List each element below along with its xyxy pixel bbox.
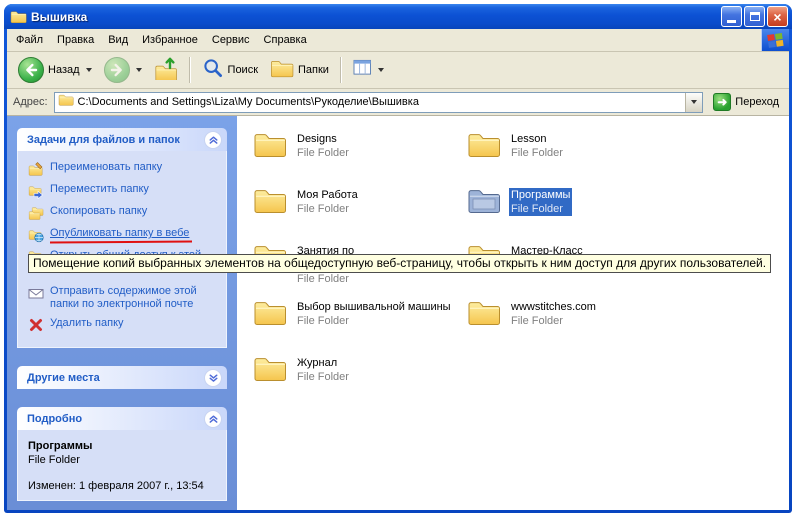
search-button[interactable]: Поиск [197,55,263,86]
window-title: Вышивка [31,10,721,24]
address-path: C:\Documents and Settings\Liza\My Docume… [78,96,686,108]
folders-button[interactable]: Папки [265,56,334,85]
folder-icon-selected [467,186,501,214]
task-delete-folder[interactable]: Удалить папку [28,317,220,333]
menu-item-favorites[interactable]: Избранное [135,30,205,50]
folder-icon [467,130,501,158]
folder-icon [253,186,287,214]
task-email-folder[interactable]: Отправить содержимое этой папки по элект… [28,285,220,311]
up-button[interactable] [149,54,183,87]
pane-file-tasks-header[interactable]: Задачи для файлов и папок [17,128,227,151]
email-folder-icon [28,285,44,301]
file-item-programmy[interactable]: ПрограммыFile Folder [467,186,672,242]
go-button[interactable]: ➜ Переход [709,92,783,112]
details-modified: Изменен: 1 февраля 2007 г., 13:54 [28,480,220,492]
expand-button[interactable] [204,369,222,387]
file-item-wwwstitches[interactable]: wwwstitches.comFile Folder [467,298,672,354]
forward-dropdown-icon[interactable] [136,68,142,72]
menu-bar: Файл Правка Вид Избранное Сервис Справка [7,29,789,52]
pane-details: Подробно Программы File Folder Изменен: … [17,407,227,501]
collapse-button[interactable] [204,410,222,428]
pane-other-places-header[interactable]: Другие места [17,366,227,389]
details-type: File Folder [28,454,220,466]
file-item-moya-rabota[interactable]: Моя РаботаFile Folder [253,186,458,242]
copy-folder-icon [28,205,44,221]
pane-other-places-title: Другие места [27,372,204,384]
folders-label: Папки [298,64,329,76]
windows-logo-icon [761,29,789,51]
pane-details-title: Подробно [27,413,204,425]
pane-file-tasks-body: Переименовать папку Переместить папку [17,151,227,348]
file-item-vybor-vyshivalnoy-mashiny[interactable]: Выбор вышивальной машиныFile Folder [253,298,458,354]
file-item-lesson[interactable]: LessonFile Folder [467,130,672,186]
search-label: Поиск [228,64,258,76]
folder-icon [253,354,287,382]
annotation-underline [50,241,192,244]
pane-file-tasks-title: Задачи для файлов и папок [27,134,204,146]
close-button[interactable]: × [767,6,788,27]
address-dropdown-button[interactable] [685,93,702,112]
task-sidebar: Задачи для файлов и папок [7,116,237,510]
task-publish-folder[interactable]: Опубликовать папку в вебе [28,227,220,243]
search-icon [202,57,224,84]
back-icon [18,57,44,83]
window-body: Задачи для файлов и папок [7,116,789,510]
collapse-button[interactable] [204,131,222,149]
details-name: Программы [28,440,220,452]
toolbar: Назад [7,52,789,89]
forward-icon [104,57,130,83]
task-copy-folder[interactable]: Скопировать папку [28,205,220,221]
folder-icon [253,298,287,326]
move-folder-icon [28,183,44,199]
views-button[interactable] [348,57,389,83]
desktop-screen: Вышивка × Файл Правка Вид Избранное Серв… [0,0,796,521]
back-dropdown-icon[interactable] [86,68,92,72]
menu-item-tools[interactable]: Сервис [205,30,257,50]
file-item-designs[interactable]: DesignsFile Folder [253,130,458,186]
toolbar-separator [340,57,342,83]
pane-details-header[interactable]: Подробно [17,407,227,430]
pane-other-places: Другие места [17,366,227,389]
address-input[interactable]: C:\Documents and Settings\Liza\My Docume… [54,92,704,113]
pane-file-tasks: Задачи для файлов и папок [17,128,227,348]
menu-item-view[interactable]: Вид [101,30,135,50]
up-folder-icon [154,56,178,85]
file-item-zhurnal[interactable]: ЖурналFile Folder [253,354,458,410]
pane-details-body: Программы File Folder Изменен: 1 февраля… [17,430,227,501]
menu-item-edit[interactable]: Правка [50,30,101,50]
window-folder-icon [10,9,27,24]
tooltip: Помещение копий выбранных элементов на о… [28,254,771,273]
folders-icon [270,58,294,83]
views-icon [353,59,372,81]
maximize-button[interactable] [744,6,765,27]
minimize-button[interactable] [721,6,742,27]
address-folder-icon [58,93,74,111]
menu-item-help[interactable]: Справка [257,30,314,50]
forward-button[interactable] [99,55,147,85]
task-move-folder[interactable]: Переместить папку [28,183,220,199]
address-label: Адрес: [13,96,48,108]
publish-folder-icon [28,227,44,243]
back-label: Назад [48,64,80,76]
folder-icon [253,130,287,158]
toolbar-separator [189,57,191,83]
menu-item-file[interactable]: Файл [9,30,50,50]
folder-icon [467,298,501,326]
file-list-area[interactable]: DesignsFile Folder LessonFile Folder Моя… [237,116,789,510]
go-arrow-icon: ➜ [713,93,731,111]
go-label: Переход [735,96,779,108]
delete-folder-icon [28,317,44,333]
task-rename-folder[interactable]: Переименовать папку [28,161,220,177]
rename-folder-icon [28,161,44,177]
address-bar: Адрес: C:\Documents and Settings\Liza\My… [7,89,789,116]
title-bar: Вышивка × [4,4,792,29]
back-button[interactable]: Назад [13,55,97,85]
views-dropdown-icon[interactable] [378,68,384,72]
